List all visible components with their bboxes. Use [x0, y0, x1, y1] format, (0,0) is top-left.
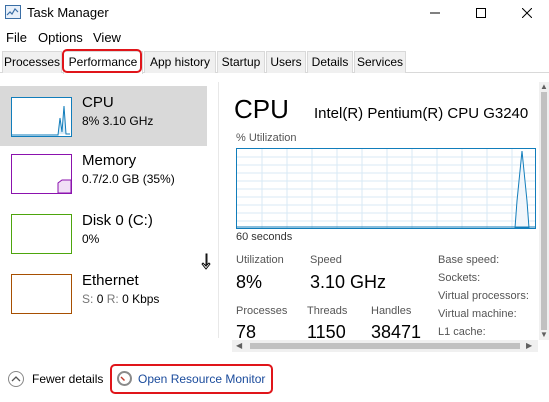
graph-time-span: 60 seconds — [236, 231, 293, 243]
ethernet-send-prefix: S: — [82, 292, 94, 306]
handles-label: Handles — [371, 305, 412, 317]
speed-label: Speed — [310, 254, 342, 266]
scroll-right-icon[interactable]: ▶ — [526, 341, 532, 351]
cpu-model-name: Intel(R) Pentium(R) CPU G3240 — [314, 105, 529, 122]
horizontal-scrollbar[interactable]: ◀ ▶ — [232, 340, 538, 352]
virtual-processors-label: Virtual processors: — [438, 290, 529, 302]
scroll-up-icon[interactable]: ▲ — [540, 82, 548, 92]
page-title: CPU — [234, 94, 289, 124]
minimize-icon — [430, 12, 440, 14]
open-resource-monitor-link[interactable]: Open Resource Monitor — [138, 372, 265, 386]
ethernet-recv-prefix: R: — [106, 292, 119, 306]
cpu-thumbnail-graph — [11, 97, 72, 137]
vertical-scrollbar-thumb[interactable] — [541, 92, 547, 330]
title-bar: Task Manager — [0, 0, 549, 26]
tab-startup[interactable]: Startup — [217, 51, 265, 73]
sidebar-item-memory-detail: 0.7/2.0 GB (35%) — [82, 172, 175, 186]
tab-processes[interactable]: Processes — [2, 51, 62, 73]
close-icon — [522, 8, 532, 18]
ethernet-recv-value: 0 Kbps — [122, 292, 160, 306]
tab-details[interactable]: Details — [307, 51, 353, 73]
fewer-details-icon[interactable] — [8, 371, 24, 387]
tab-users[interactable]: Users — [266, 51, 306, 73]
vertical-scrollbar[interactable]: ▲ ▼ — [539, 82, 549, 340]
base-speed-label: Base speed: — [438, 254, 500, 266]
fewer-details-link[interactable]: Fewer details — [32, 372, 103, 386]
utilization-graph-label: % Utilization — [236, 132, 297, 144]
menu-file[interactable]: File — [6, 30, 27, 45]
ethernet-send-value: 0 — [96, 292, 104, 306]
memory-thumbnail-graph — [11, 154, 72, 194]
sidebar-item-cpu[interactable]: CPU 8% 3.10 GHz — [0, 86, 207, 146]
sidebar-item-disk-label: Disk 0 (C:) — [82, 212, 153, 229]
threads-label: Threads — [307, 305, 348, 317]
task-manager-icon — [5, 5, 21, 19]
sidebar-item-disk[interactable]: Disk 0 (C:) 0% — [0, 206, 207, 266]
horizontal-scrollbar-thumb[interactable] — [250, 343, 520, 349]
sidebar-item-disk-detail: 0% — [82, 232, 100, 246]
menu-view[interactable]: View — [93, 30, 121, 45]
sidebar-item-cpu-detail: 8% 3.10 GHz — [82, 114, 154, 128]
close-button[interactable] — [504, 0, 549, 26]
sidebar-item-cpu-label: CPU — [82, 94, 114, 111]
sidebar-item-memory-label: Memory — [82, 152, 137, 169]
processes-label: Processes — [236, 305, 288, 317]
menu-options[interactable]: Options — [38, 30, 83, 45]
cpu-utilization-graph — [236, 148, 536, 229]
resource-monitor-icon[interactable] — [117, 371, 132, 386]
disk-thumbnail-graph — [11, 214, 72, 254]
panel-divider — [218, 82, 219, 338]
utilization-label: Utilization — [236, 254, 284, 266]
minimize-button[interactable] — [412, 0, 458, 26]
l1-cache-label: L1 cache: — [438, 326, 486, 338]
sidebar-item-ethernet[interactable]: Ethernet S: 0 R: 0 Kbps — [0, 266, 207, 326]
tab-performance[interactable]: Performance — [63, 51, 143, 74]
window-title: Task Manager — [27, 5, 109, 20]
maximize-icon — [476, 8, 486, 18]
sockets-label: Sockets: — [438, 272, 481, 284]
sidebar-item-ethernet-label: Ethernet — [82, 272, 139, 289]
tab-app-history[interactable]: App history — [144, 51, 216, 73]
speed-value: 3.10 GHz — [310, 272, 387, 292]
sidebar-item-memory[interactable]: Memory 0.7/2.0 GB (35%) — [0, 146, 207, 206]
scroll-down-icon[interactable]: ▼ — [540, 330, 548, 340]
maximize-button[interactable] — [458, 0, 504, 26]
resource-sidebar: CPU 8% 3.10 GHz Memory 0.7/2.0 GB (35%) … — [0, 82, 207, 338]
utilization-value: 8% — [236, 272, 263, 292]
sidebar-item-ethernet-detail: S: 0 R: 0 Kbps — [82, 292, 159, 306]
tab-strip: Processes Performance App history Startu… — [0, 51, 549, 74]
tab-services[interactable]: Services — [354, 51, 406, 73]
ethernet-thumbnail-graph — [11, 274, 72, 314]
virtual-machine-label: Virtual machine: — [438, 308, 517, 320]
scroll-left-icon[interactable]: ◀ — [236, 341, 242, 351]
mouse-cursor-icon — [201, 253, 211, 270]
